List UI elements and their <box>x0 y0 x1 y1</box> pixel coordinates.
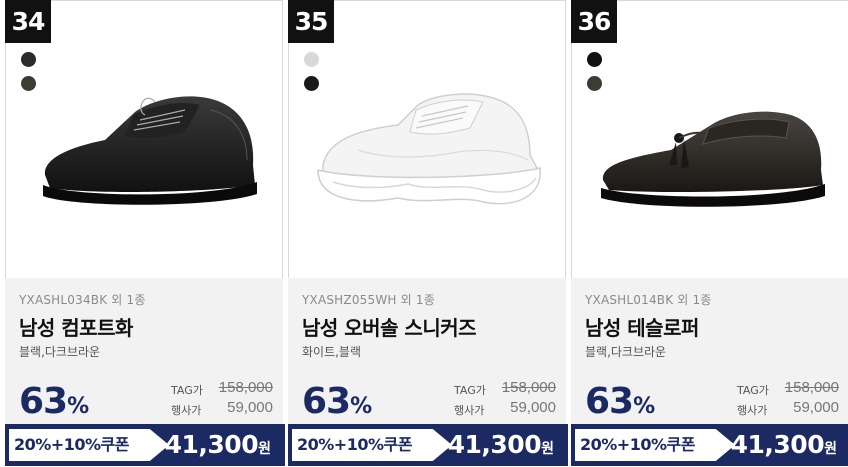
product-colors: 블랙,다크브라운 <box>19 345 101 359</box>
product-image[interactable] <box>298 70 558 235</box>
product-colors: 블랙,다크브라운 <box>585 345 667 359</box>
tag-price: 158,000 <box>501 379 556 396</box>
color-swatch[interactable] <box>587 76 602 91</box>
tassel-loafer-icon <box>601 111 825 207</box>
color-swatches <box>21 52 36 100</box>
product-card[interactable]: 35 YXASHZ055WH 외 1종 남성 오버솔 스니커즈 화이트,블랙 6… <box>288 0 568 466</box>
color-swatch[interactable] <box>587 52 602 67</box>
sale-price: 59,000 <box>510 399 556 416</box>
currency-unit: 원 <box>541 441 554 457</box>
color-swatches <box>587 52 602 100</box>
product-code: YXASHZ055WH 외 1종 <box>302 293 435 307</box>
final-price-amount: 41,300 <box>447 430 542 459</box>
product-colors: 화이트,블랙 <box>302 345 362 359</box>
tag-price: 158,000 <box>784 379 839 396</box>
coupon-tag: 20%+10%쿠폰 <box>9 429 169 461</box>
sale-price: 59,000 <box>793 399 839 416</box>
product-grid: 34 YXASHL034BK 외 1종 남성 컴포트화 블랙,다크브라운 63%… <box>0 0 848 466</box>
color-swatch[interactable] <box>304 76 319 91</box>
discount-unit: % <box>67 394 90 419</box>
color-swatch[interactable] <box>21 76 36 91</box>
final-price: 41,300원 <box>165 427 271 467</box>
discount-unit: % <box>633 394 656 419</box>
currency-unit: 원 <box>824 441 837 457</box>
rank-badge: 36 <box>571 0 617 43</box>
final-price-amount: 41,300 <box>730 430 825 459</box>
coupon-label: 20%+10%쿠폰 <box>580 435 695 454</box>
discount-value: 63 <box>19 381 68 422</box>
coupon-label: 20%+10%쿠폰 <box>14 435 129 454</box>
black-derby-shoe-icon <box>43 96 257 205</box>
rank-badge: 35 <box>288 0 334 43</box>
discount-unit: % <box>350 394 373 419</box>
rank-badge: 34 <box>5 0 51 43</box>
tag-price: 158,000 <box>218 379 273 396</box>
discount-value: 63 <box>302 381 351 422</box>
color-swatches <box>304 52 319 100</box>
coupon-tag: 20%+10%쿠폰 <box>292 429 452 461</box>
color-swatch[interactable] <box>304 52 319 67</box>
discount-rate: 63% <box>19 381 89 422</box>
color-swatch[interactable] <box>21 52 36 67</box>
product-name[interactable]: 남성 오버솔 스니커즈 <box>302 312 477 341</box>
product-code: YXASHL034BK 외 1종 <box>19 293 146 307</box>
discount-rate: 63% <box>585 381 655 422</box>
final-price-amount: 41,300 <box>164 430 259 459</box>
product-name[interactable]: 남성 테슬로퍼 <box>585 312 699 341</box>
sale-price: 59,000 <box>227 399 273 416</box>
coupon-tag: 20%+10%쿠폰 <box>575 429 735 461</box>
coupon-price-banner[interactable]: 20%+10%쿠폰 41,300원 <box>288 424 568 466</box>
coupon-label: 20%+10%쿠폰 <box>297 435 412 454</box>
discount-value: 63 <box>585 381 634 422</box>
product-image[interactable] <box>581 70 841 235</box>
final-price: 41,300원 <box>731 427 837 467</box>
final-price: 41,300원 <box>448 427 554 467</box>
currency-unit: 원 <box>258 441 271 457</box>
product-code: YXASHL014BK 외 1종 <box>585 293 712 307</box>
coupon-price-banner[interactable]: 20%+10%쿠폰 41,300원 <box>571 424 848 466</box>
product-card[interactable]: 36 YXASHL014BK 외 1종 남성 테슬로퍼 블랙,다크브라운 63%… <box>571 0 848 466</box>
product-image[interactable] <box>15 70 275 235</box>
product-card[interactable]: 34 YXASHL034BK 외 1종 남성 컴포트화 블랙,다크브라운 63%… <box>5 0 285 466</box>
white-chunky-sneaker-icon <box>317 93 541 205</box>
product-name[interactable]: 남성 컴포트화 <box>19 312 133 341</box>
discount-rate: 63% <box>302 381 372 422</box>
coupon-price-banner[interactable]: 20%+10%쿠폰 41,300원 <box>5 424 285 466</box>
